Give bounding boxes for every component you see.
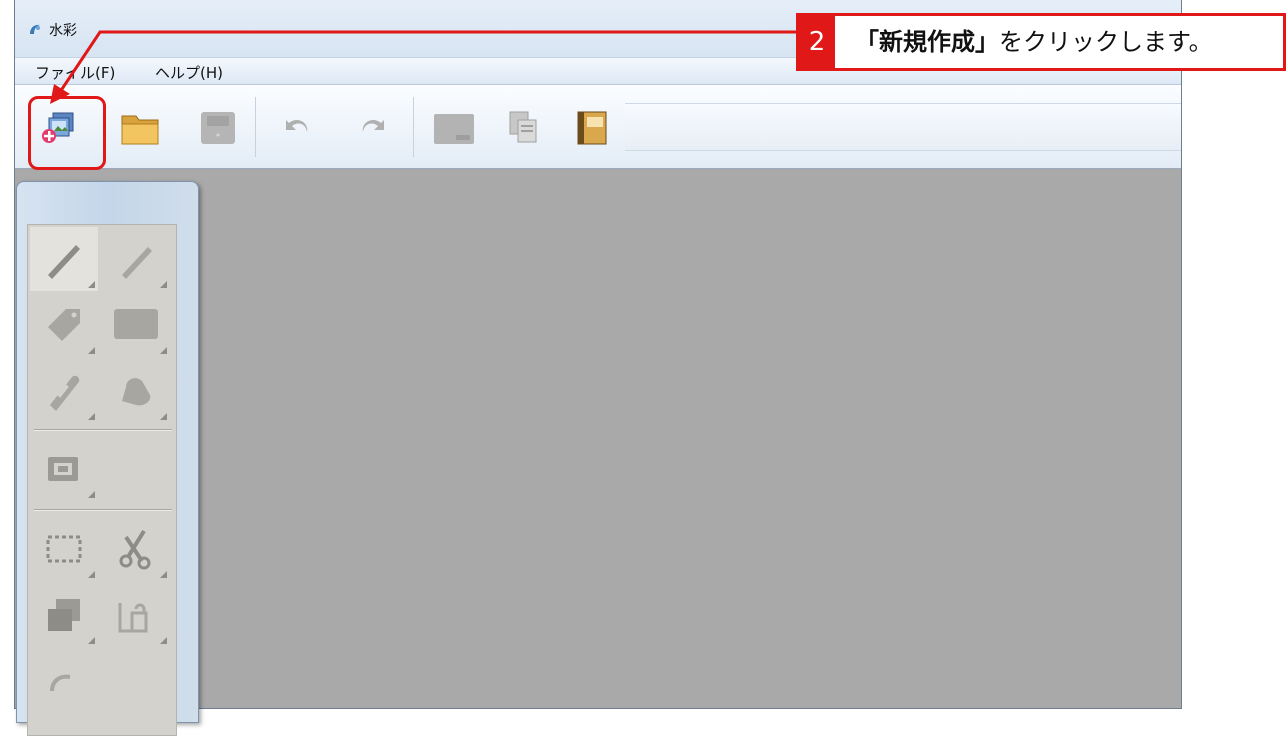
- spray-icon: [50, 375, 80, 411]
- book-icon: [577, 111, 607, 145]
- redo-button[interactable]: [349, 103, 399, 153]
- app-logo-icon: [27, 21, 43, 37]
- instruction-bold: 「新規作成」: [855, 28, 999, 56]
- tag-eraser-icon: [48, 309, 80, 341]
- copy-button[interactable]: [499, 103, 549, 153]
- open-folder-icon: [121, 115, 159, 145]
- paste-icon: [118, 603, 148, 633]
- toolbar-gutter: [625, 103, 1181, 151]
- toolbar-separator: [255, 97, 256, 157]
- tool-layers[interactable]: [30, 583, 98, 647]
- save-button[interactable]: [193, 103, 243, 153]
- tool-more[interactable]: [30, 649, 98, 713]
- toolbar: [15, 85, 1181, 169]
- pencil-icon: [122, 247, 152, 279]
- image-button[interactable]: [429, 103, 479, 153]
- tool-scissors[interactable]: [102, 517, 170, 581]
- tool-grid: [27, 224, 177, 736]
- instruction-callout: 2 「新規作成」をクリックします。: [796, 13, 1286, 71]
- tool-brush[interactable]: [30, 227, 98, 291]
- step-number: 2: [799, 16, 835, 68]
- layers-icon: [48, 599, 80, 631]
- rectangle-icon: [114, 309, 158, 339]
- instruction-rest: をクリックします。: [999, 28, 1213, 56]
- tool-pencil[interactable]: [102, 227, 170, 291]
- tool-rectangle[interactable]: [102, 293, 170, 357]
- menu-help[interactable]: ヘルプ(H): [155, 62, 223, 83]
- scissors-icon: [119, 529, 151, 570]
- palette-divider: [34, 509, 172, 510]
- tool-spray[interactable]: [30, 359, 98, 423]
- tool-eraser[interactable]: [30, 293, 98, 357]
- tool-marquee[interactable]: [30, 517, 98, 581]
- save-icon: [201, 112, 235, 144]
- open-button[interactable]: [115, 103, 165, 153]
- brush-icon: [48, 245, 80, 279]
- tool-palette: [16, 181, 199, 736]
- new-button-highlight: [28, 96, 106, 170]
- tool-frame[interactable]: [30, 437, 98, 501]
- partial-tool-icon: [50, 674, 71, 692]
- image-icon: [434, 114, 474, 144]
- menu-file[interactable]: ファイル(F): [35, 62, 115, 83]
- tool-paste[interactable]: [102, 583, 170, 647]
- palette-divider: [34, 429, 172, 430]
- copy-icon: [509, 111, 537, 143]
- toolbar-separator: [413, 97, 414, 157]
- fill-bucket-icon: [122, 378, 151, 406]
- undo-icon: [286, 119, 308, 132]
- redo-icon: [362, 119, 384, 132]
- book-button[interactable]: [567, 103, 617, 153]
- tool-fill[interactable]: [102, 359, 170, 423]
- frame-icon: [48, 457, 78, 481]
- instruction-text: 「新規作成」をクリックします。: [855, 16, 1213, 68]
- window-title: 水彩: [49, 23, 77, 39]
- undo-button[interactable]: [271, 103, 321, 153]
- marquee-select-icon: [46, 535, 82, 563]
